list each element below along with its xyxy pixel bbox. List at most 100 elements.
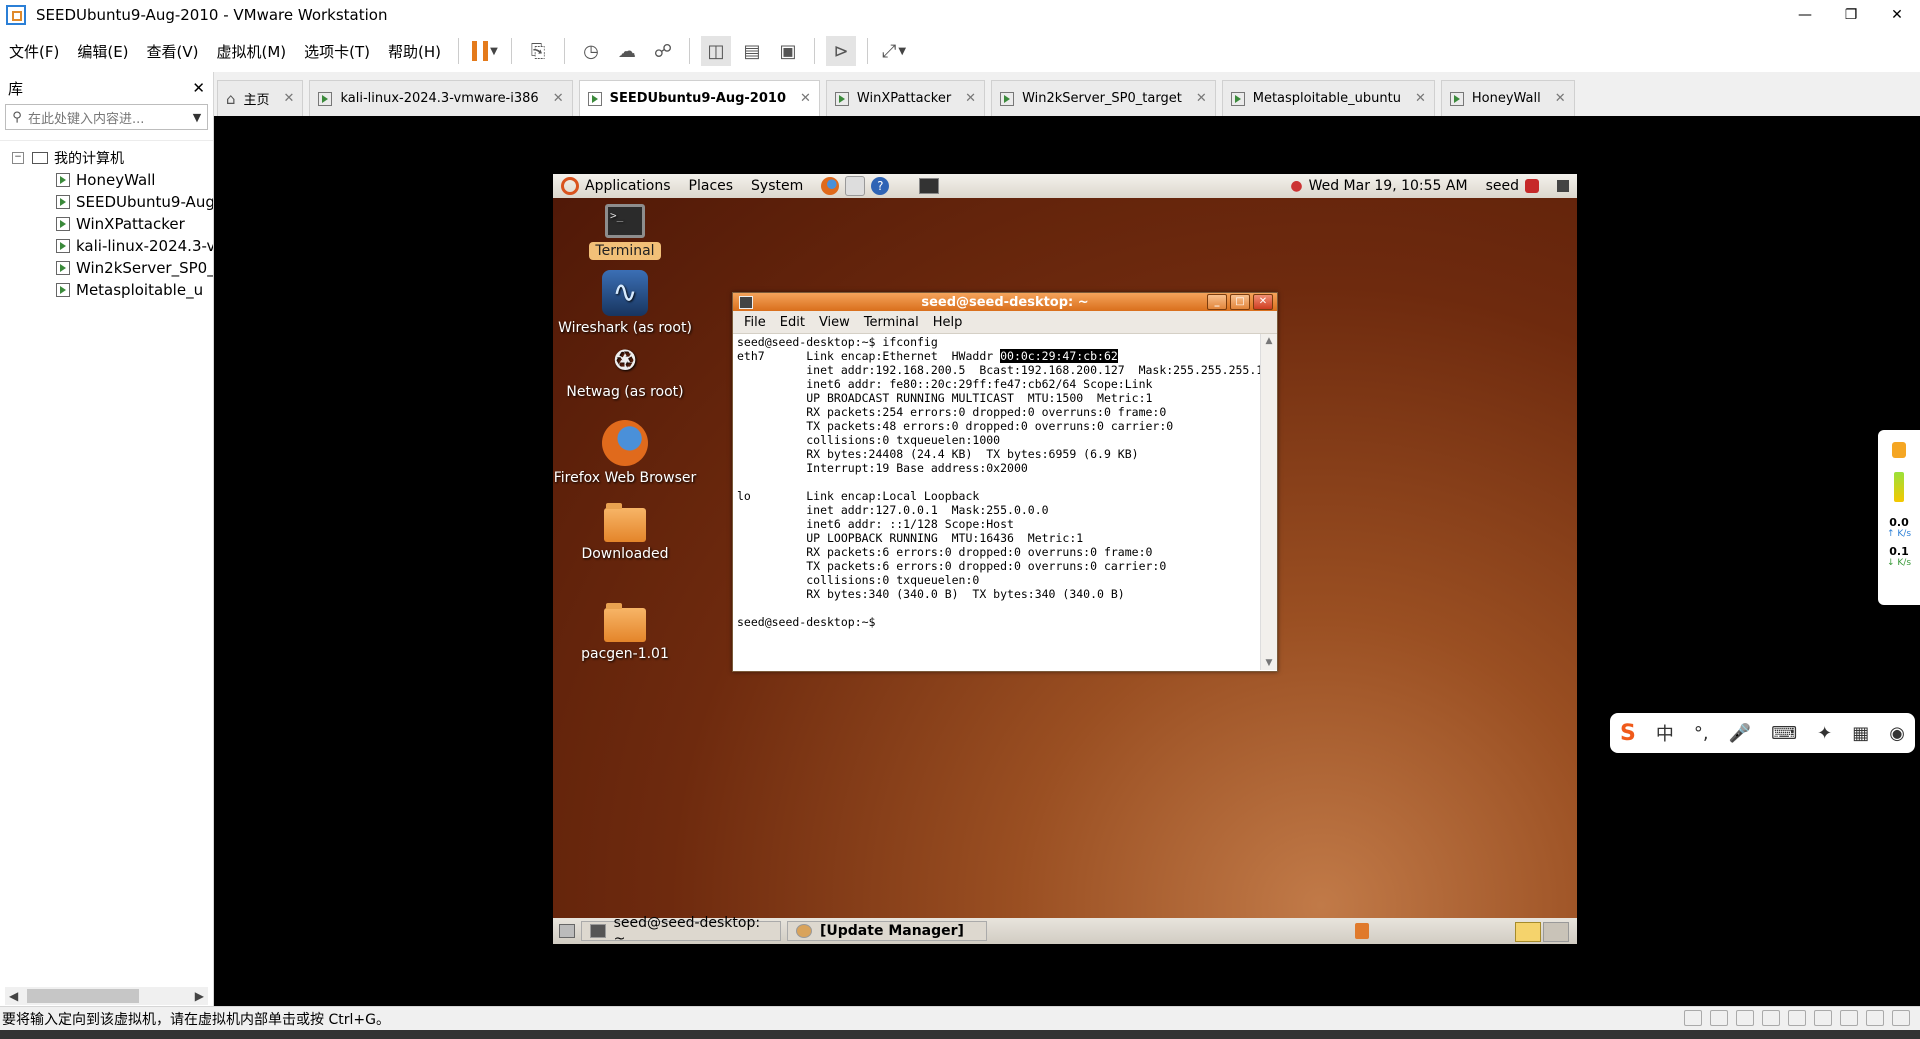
tab-home[interactable]: ⌂ 主页 ✕ <box>217 80 304 116</box>
mail-launcher-icon[interactable] <box>845 176 866 196</box>
terminal-scrollbar[interactable]: ▲ ▼ <box>1260 334 1277 670</box>
trash-icon[interactable] <box>1355 923 1369 939</box>
tree-item-seedubuntu[interactable]: SEEDUbuntu9-Aug <box>0 191 213 213</box>
mascot-icon[interactable]: ◉ <box>1889 723 1905 744</box>
message-icon[interactable] <box>1892 1010 1910 1026</box>
restore-icon[interactable]: ❐ <box>1828 0 1874 30</box>
desktop-icon-downloaded[interactable]: Downloaded <box>553 503 705 562</box>
menu-help[interactable]: 帮助(H) <box>379 41 450 62</box>
skin-icon[interactable]: ✦ <box>1817 723 1832 744</box>
desktop-icon-netwag[interactable]: ♼ Netwag (as root) <box>553 342 705 400</box>
close-tab-icon[interactable]: ✕ <box>800 91 811 106</box>
desktop-icon-terminal[interactable]: >_ Terminal <box>553 204 705 260</box>
panel-user[interactable]: seed <box>1486 178 1519 194</box>
scroll-up-icon[interactable]: ▲ <box>1261 336 1277 346</box>
network-icon[interactable]: ● <box>1290 178 1302 194</box>
floppy-icon[interactable] <box>1736 1010 1754 1026</box>
terminal-menu-view[interactable]: View <box>819 315 850 330</box>
chevron-down-icon[interactable]: ▼ <box>187 111 207 124</box>
menu-applications[interactable]: Applications <box>585 178 671 194</box>
show-desktop-icon[interactable] <box>1557 180 1569 192</box>
terminal-window[interactable]: seed@seed-desktop: ~ _ □ ✕ File Edit Vie… <box>732 292 1278 672</box>
guest-desktop[interactable]: Applications Places System ? ● Wed Mar 1… <box>553 174 1577 944</box>
cd-rom-icon[interactable] <box>1710 1010 1728 1026</box>
minimize-icon[interactable]: — <box>1782 0 1828 30</box>
menu-view[interactable]: 查看(V) <box>138 41 208 62</box>
scroll-left-icon[interactable]: ◀ <box>9 989 18 1003</box>
punctuation-icon[interactable]: °, <box>1694 723 1709 744</box>
close-tab-icon[interactable]: ✕ <box>1555 91 1566 106</box>
menu-edit[interactable]: 编辑(E) <box>68 41 137 62</box>
sogou-logo-icon[interactable]: S <box>1620 721 1636 746</box>
close-icon[interactable]: ✕ <box>1874 0 1920 30</box>
menu-vm[interactable]: 虚拟机(M) <box>208 41 296 62</box>
library-search[interactable]: ⚲ 在此处键入内容进... ▼ <box>5 104 208 130</box>
library-search-input[interactable]: 在此处键入内容进... <box>28 108 187 127</box>
sound-card-icon[interactable] <box>1814 1010 1832 1026</box>
scroll-right-icon[interactable]: ▶ <box>195 989 204 1003</box>
help-icon[interactable]: ? <box>871 177 890 195</box>
snapshot-icon[interactable]: ◷ <box>576 36 606 66</box>
terminal-titlebar[interactable]: seed@seed-desktop: ~ _ □ ✕ <box>733 293 1277 311</box>
hard-disk-icon[interactable] <box>1684 1010 1702 1026</box>
desktop-icon-firefox[interactable]: Firefox Web Browser <box>553 420 705 486</box>
minimize-icon[interactable]: _ <box>1207 294 1227 310</box>
tree-root-my-computer[interactable]: − 我的计算机 <box>0 147 213 169</box>
tree-item-win2kserver[interactable]: Win2kServer_SP0_ <box>0 257 213 279</box>
fullscreen-icon[interactable]: ▣ <box>773 36 803 66</box>
library-hscrollbar[interactable]: ◀ ▶ <box>5 987 208 1005</box>
close-icon[interactable]: ✕ <box>1253 294 1273 310</box>
close-library-icon[interactable]: ✕ <box>192 79 205 97</box>
terminal-menu-terminal[interactable]: Terminal <box>864 315 919 330</box>
tree-item-kali[interactable]: kali-linux-2024.3-v <box>0 235 213 257</box>
workspace-2-icon[interactable] <box>1543 922 1569 942</box>
pause-button[interactable]: ▼ <box>470 36 500 66</box>
menu-places[interactable]: Places <box>689 178 734 194</box>
firefox-launcher-icon[interactable] <box>821 177 840 195</box>
send-ctrl-alt-del-icon[interactable]: ⎘ <box>523 36 553 66</box>
toolbox-icon[interactable]: ▦ <box>1852 723 1869 744</box>
terminal-menu-help[interactable]: Help <box>933 315 963 330</box>
close-tab-icon[interactable]: ✕ <box>553 91 564 106</box>
scroll-down-icon[interactable]: ▼ <box>1261 658 1277 668</box>
close-tab-icon[interactable]: ✕ <box>1415 91 1426 106</box>
tab-winxpattacker[interactable]: WinXPattacker ✕ <box>825 80 986 116</box>
power-icon[interactable] <box>1525 179 1539 193</box>
network-speed-widget[interactable]: 0.0 ↑ K/s 0.1 ↓ K/s <box>1878 430 1920 605</box>
snapshot-manager-icon[interactable]: ☍ <box>648 36 678 66</box>
tree-item-winxpattacker[interactable]: WinXPattacker <box>0 213 213 235</box>
menu-tabs[interactable]: 选项卡(T) <box>295 41 379 62</box>
desktop-icon-pacgen[interactable]: pacgen-1.01 <box>553 603 705 662</box>
menu-file[interactable]: 文件(F) <box>0 41 68 62</box>
keyboard-icon[interactable]: ⌨ <box>1771 723 1797 744</box>
desktop-icon-wireshark[interactable]: ∿ Wireshark (as root) <box>553 270 705 336</box>
close-tab-icon[interactable]: ✕ <box>1196 91 1207 106</box>
scroll-thumb[interactable] <box>27 989 139 1003</box>
terminal-menu-edit[interactable]: Edit <box>780 315 805 330</box>
tab-honeywall[interactable]: HoneyWall ✕ <box>1440 80 1575 116</box>
close-tab-icon[interactable]: ✕ <box>284 91 295 106</box>
show-desktop-icon[interactable] <box>559 924 575 938</box>
stretch-guest-icon[interactable]: ⤢ ▼ <box>879 36 909 66</box>
tab-metasploitable[interactable]: Metasploitable_ubuntu ✕ <box>1221 80 1435 116</box>
workspace-1-icon[interactable] <box>1515 922 1541 942</box>
revert-snapshot-icon[interactable]: ☁ <box>612 36 642 66</box>
ime-chinese-toggle[interactable]: 中 <box>1656 720 1674 746</box>
maximize-icon[interactable]: □ <box>1230 294 1250 310</box>
terminal-launcher-icon[interactable] <box>919 178 940 194</box>
menu-system[interactable]: System <box>751 178 803 194</box>
panel-clock[interactable]: Wed Mar 19, 10:55 AM <box>1309 178 1468 194</box>
tab-win2kserver[interactable]: Win2kServer_SP0_target ✕ <box>991 80 1216 116</box>
collapse-icon[interactable]: − <box>12 152 24 164</box>
show-library-icon[interactable]: ◫ <box>701 36 732 66</box>
console-view-icon[interactable]: ⊳ <box>826 36 857 66</box>
close-tab-icon[interactable]: ✕ <box>965 91 976 106</box>
terminal-menu-file[interactable]: File <box>744 315 766 330</box>
ime-toolbar[interactable]: S 中 °, 🎤 ⌨ ✦ ▦ ◉ <box>1610 713 1915 753</box>
tree-item-metasploitable[interactable]: Metasploitable_u <box>0 279 213 301</box>
microphone-icon[interactable]: 🎤 <box>1729 723 1751 744</box>
tab-kali[interactable]: kali-linux-2024.3-vmware-i386 ✕ <box>309 80 573 116</box>
tree-item-honeywall[interactable]: HoneyWall <box>0 169 213 191</box>
tab-seedubuntu[interactable]: SEEDUbuntu9-Aug-2010 ✕ <box>578 80 820 116</box>
terminal-output[interactable]: seed@seed-desktop:~$ ifconfig eth7 Link … <box>733 334 1277 670</box>
